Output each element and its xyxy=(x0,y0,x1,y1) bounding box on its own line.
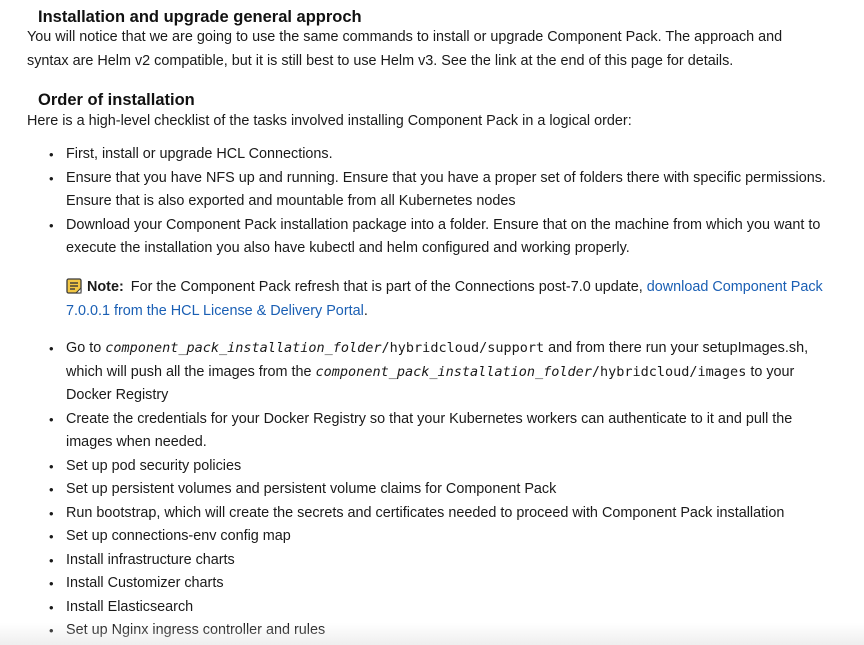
bullet-icon: • xyxy=(49,217,54,233)
bullet-icon: • xyxy=(49,529,54,544)
list-item: • Go to component_pack_installation_folde… xyxy=(27,337,827,408)
checklist-part-1: • First, install or upgrade HCL Connectio… xyxy=(27,143,827,261)
list-item: • Set up pod security policies xyxy=(27,455,827,479)
list-item: • First, install or upgrade HCL Connectio… xyxy=(27,143,827,167)
list-item: • Install Elasticsearch xyxy=(27,596,827,620)
list-item-text: Set up pod security policies xyxy=(66,457,242,474)
list-item: • Install infrastructure charts xyxy=(27,549,827,573)
list-item: • Run bootstrap, which will create the se… xyxy=(27,502,827,526)
list-item-text: Create the credentials for your Docker R… xyxy=(66,410,793,451)
note-text: For the Component Pack refresh that is p… xyxy=(130,279,643,295)
list-item: • Ensure that you have NFS up and running… xyxy=(27,167,827,214)
list-item: • Set up connections-env config map xyxy=(27,525,827,549)
bullet-icon: • xyxy=(49,170,54,186)
list-item-text: Install Customizer charts xyxy=(66,575,224,591)
list-item-text: Install Elasticsearch xyxy=(66,598,194,615)
bullet-icon: • xyxy=(49,482,54,497)
note-end: . xyxy=(363,302,368,319)
section-heading-order: Order of installation xyxy=(38,91,195,109)
bullet-icon: • xyxy=(49,147,54,162)
list-item: • Download your Component Pack installati… xyxy=(27,214,827,261)
go-to-text: Go to xyxy=(66,340,106,356)
bullet-icon: • xyxy=(49,505,54,521)
note-callout: Note: For the Component Pack refresh tha… xyxy=(66,276,826,323)
list-item-text: Download your Component Pack installatio… xyxy=(66,216,821,257)
bullet-icon: • xyxy=(49,599,54,615)
list-item-text: Install infrastructure charts xyxy=(66,551,235,568)
bullet-icon: • xyxy=(49,458,54,474)
bullet-icon: • xyxy=(49,341,54,356)
list-item: • Set up Nginx ingress controller and rul… xyxy=(27,619,827,643)
list-item-text: First, install or upgrade HCL Connection… xyxy=(66,146,333,162)
note-icon xyxy=(66,278,82,294)
code-folder-var: component_pack_installation_folder xyxy=(105,340,382,356)
bullet-icon: • xyxy=(49,552,54,568)
note-label: Note: xyxy=(87,279,124,295)
list-item: • Install Customizer charts xyxy=(27,572,827,596)
bullet-icon: • xyxy=(49,623,54,638)
bullet-icon: • xyxy=(49,576,54,591)
bullet-icon: • xyxy=(49,411,54,427)
list-item-text: Run bootstrap, which will create the sec… xyxy=(66,504,785,521)
list-item: • Create the credentials for your Docker … xyxy=(27,408,827,455)
list-item-text: Ensure that you have NFS up and running.… xyxy=(66,169,826,210)
code-folder-var-2: component_pack_installation_folder xyxy=(315,363,592,380)
checklist-part-2: • Go to component_pack_installation_folde… xyxy=(27,337,827,643)
list-item-text: Set up connections-env config map xyxy=(66,528,291,544)
list-item: • Set up persistent volumes and persisten… xyxy=(27,478,827,502)
install-paragraph: You will notice that we are going to use… xyxy=(27,29,783,69)
code-support-path: /hybridcloud/support xyxy=(381,340,545,356)
order-intro: Here is a high-level checklist of the ta… xyxy=(27,113,632,129)
code-images-path: /hybridcloud/images xyxy=(591,363,747,380)
list-item-text: Set up persistent volumes and persistent… xyxy=(66,481,557,497)
list-item-text: Set up Nginx ingress controller and rule… xyxy=(66,622,326,638)
